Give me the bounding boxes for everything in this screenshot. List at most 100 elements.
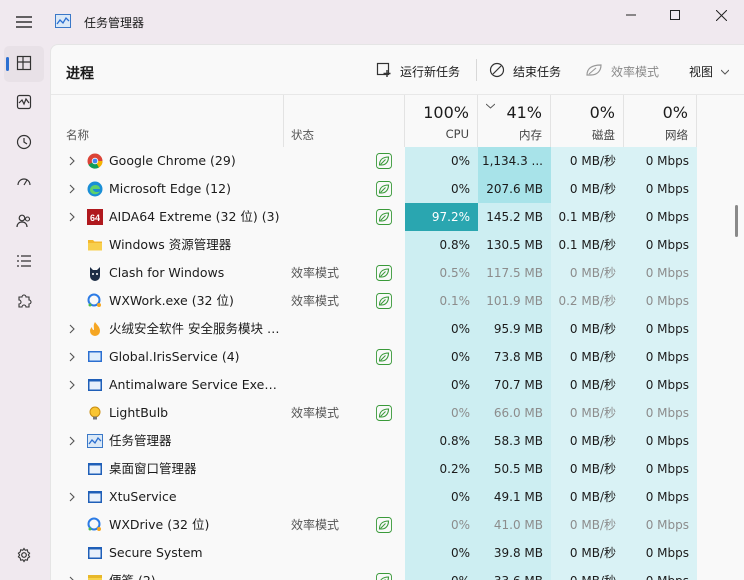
nav-processes[interactable] — [4, 46, 44, 82]
expand-chevron-icon[interactable] — [66, 175, 78, 203]
process-name: Windows 资源管理器 — [109, 237, 232, 252]
process-row[interactable]: Windows 资源管理器 0.8% 130.5 MB 0.1 MB/秒 0 Mbps — [51, 231, 744, 259]
details-list-icon — [16, 253, 32, 272]
process-disk: 0 MB/秒 — [551, 315, 624, 343]
process-row[interactable]: Antimalware Service Execut... 0% 70.7 MB 0 … — [51, 371, 744, 399]
end-task-button[interactable]: 结束任务 — [489, 59, 561, 83]
process-name: 火绒安全软件 安全服务模块 (... — [109, 321, 281, 336]
process-name: Antimalware Service Execut... — [109, 377, 281, 392]
service-icon — [87, 377, 103, 393]
task-manager-app-icon — [55, 14, 71, 28]
chevron-down-icon — [720, 64, 730, 78]
expand-chevron-icon[interactable] — [66, 147, 78, 175]
process-memory: 73.8 MB — [478, 343, 551, 371]
process-row[interactable]: 64 AIDA64 Extreme (32 位) (3) 97.2% 145.2 MB… — [51, 203, 744, 231]
efficiency-leaf-icon — [376, 209, 392, 225]
column-header-status[interactable]: 状态 — [284, 95, 405, 147]
process-network: 0 Mbps — [624, 315, 697, 343]
efficiency-leaf-icon — [585, 63, 603, 80]
close-button[interactable] — [698, 4, 744, 26]
run-new-task-button[interactable]: 运行新任务 — [376, 59, 460, 83]
run-new-task-label: 运行新任务 — [400, 64, 461, 79]
process-row[interactable]: 桌面窗口管理器 0.2% 50.5 MB 0 MB/秒 0 Mbps — [51, 455, 744, 483]
process-cpu: 0% — [405, 175, 478, 203]
process-cpu: 97.2% — [405, 203, 478, 231]
nav-details[interactable] — [4, 244, 44, 280]
column-header-name[interactable]: 名称 — [51, 95, 284, 147]
nav-settings[interactable] — [4, 538, 44, 574]
process-cpu: 0% — [405, 147, 478, 175]
process-name: WXWork.exe (32 位) — [109, 293, 234, 308]
settings-gear-icon — [16, 547, 32, 566]
process-status: 效率模式 — [291, 266, 340, 280]
process-row[interactable]: LightBulb 效率模式 0% 66.0 MB 0 MB/秒 0 Mbps — [51, 399, 744, 427]
process-row[interactable]: 火绒安全软件 安全服务模块 (... 0% 95.9 MB 0 MB/秒 0 Mbps — [51, 315, 744, 343]
service-icon — [87, 461, 103, 477]
process-network: 0 Mbps — [624, 455, 697, 483]
maximize-button[interactable] — [652, 4, 698, 26]
disk-label: 磁盘 — [592, 128, 615, 142]
startup-gauge-icon — [16, 174, 32, 193]
process-row[interactable]: Microsoft Edge (12) 0% 207.6 MB 0 MB/秒 0 Mbp… — [51, 175, 744, 203]
app-title: 任务管理器 — [84, 16, 145, 30]
process-cpu: 0.1% — [405, 287, 478, 315]
efficiency-leaf-icon — [376, 349, 392, 365]
process-cpu: 0% — [405, 343, 478, 371]
hamburger-menu-icon[interactable] — [12, 12, 36, 32]
process-name: Google Chrome (29) — [109, 153, 236, 168]
expand-chevron-icon[interactable] — [66, 371, 78, 399]
expand-chevron-icon[interactable] — [66, 203, 78, 231]
process-cpu: 0% — [405, 539, 478, 567]
expand-chevron-icon[interactable] — [66, 483, 78, 511]
processes-icon — [16, 55, 32, 74]
process-memory: 33.6 MB — [478, 567, 551, 580]
minimize-button[interactable] — [608, 4, 654, 26]
process-disk: 0 MB/秒 — [551, 259, 624, 287]
process-cpu: 0.8% — [405, 231, 478, 259]
process-name: 任务管理器 — [109, 433, 172, 448]
efficiency-mode-button[interactable]: 效率模式 — [585, 59, 659, 83]
column-header-cpu[interactable]: 100% CPU — [405, 95, 478, 147]
expand-chevron-icon[interactable] — [66, 567, 78, 580]
process-cpu: 0% — [405, 511, 478, 539]
process-network: 0 Mbps — [624, 399, 697, 427]
nav-startup[interactable] — [4, 165, 44, 201]
nav-users[interactable] — [4, 204, 44, 240]
nav-app-history[interactable] — [4, 125, 44, 161]
process-row[interactable]: Clash for Windows 效率模式 0.5% 117.5 MB 0 MB/秒 0… — [51, 259, 744, 287]
column-status-label: 状态 — [291, 128, 314, 142]
vertical-scrollbar[interactable] — [735, 205, 738, 237]
process-row[interactable]: Google Chrome (29) 0% 1,134.3 ... 0 MB/秒 0 M… — [51, 147, 744, 175]
nav-performance[interactable] — [4, 85, 44, 121]
expand-chevron-icon[interactable] — [66, 315, 78, 343]
efficiency-mode-label: 效率模式 — [611, 64, 660, 79]
process-network: 0 Mbps — [624, 567, 697, 580]
nav-services[interactable] — [4, 284, 44, 320]
sort-down-caret-icon — [485, 99, 496, 112]
process-row[interactable]: Global.IrisService (4) 0% 73.8 MB 0 MB/秒 0 M… — [51, 343, 744, 371]
process-row[interactable]: 便笺 (2) 0%33.6 MB0 MB/秒0 Mbps — [51, 567, 744, 580]
process-name: LightBulb — [109, 405, 169, 420]
aida64-icon: 64 — [87, 209, 103, 225]
column-header-network[interactable]: 0% 网络 — [624, 95, 697, 147]
clash-icon — [87, 265, 103, 281]
process-disk: 0 MB/秒 — [551, 147, 624, 175]
title-bar: 任务管理器 — [0, 0, 744, 44]
process-memory: 66.0 MB — [478, 399, 551, 427]
column-header-memory[interactable]: 41% 内存 — [478, 95, 551, 147]
process-row[interactable]: WXWork.exe (32 位) 效率模式 0.1% 101.9 MB 0.2 MB/… — [51, 287, 744, 315]
process-network: 0 Mbps — [624, 343, 697, 371]
new-task-icon — [376, 62, 392, 81]
process-row[interactable]: 任务管理器 0.8% 58.3 MB 0 MB/秒 0 Mbps — [51, 427, 744, 455]
process-row[interactable]: Secure System 0% 39.8 MB 0 MB/秒 0 Mbps — [51, 539, 744, 567]
process-row[interactable]: XtuService 0% 49.1 MB 0 MB/秒 0 Mbps — [51, 483, 744, 511]
huorong-icon — [87, 321, 103, 337]
network-total-percent: 0% — [662, 103, 688, 122]
process-memory: 207.6 MB — [478, 175, 551, 203]
expand-chevron-icon[interactable] — [66, 343, 78, 371]
column-header-disk[interactable]: 0% 磁盘 — [551, 95, 624, 147]
view-dropdown[interactable]: 视图 — [689, 59, 730, 83]
process-cpu: 0% — [405, 567, 478, 580]
process-row[interactable]: WXDrive (32 位) 效率模式 0% 41.0 MB 0 MB/秒 0 Mbps — [51, 511, 744, 539]
expand-chevron-icon[interactable] — [66, 427, 78, 455]
